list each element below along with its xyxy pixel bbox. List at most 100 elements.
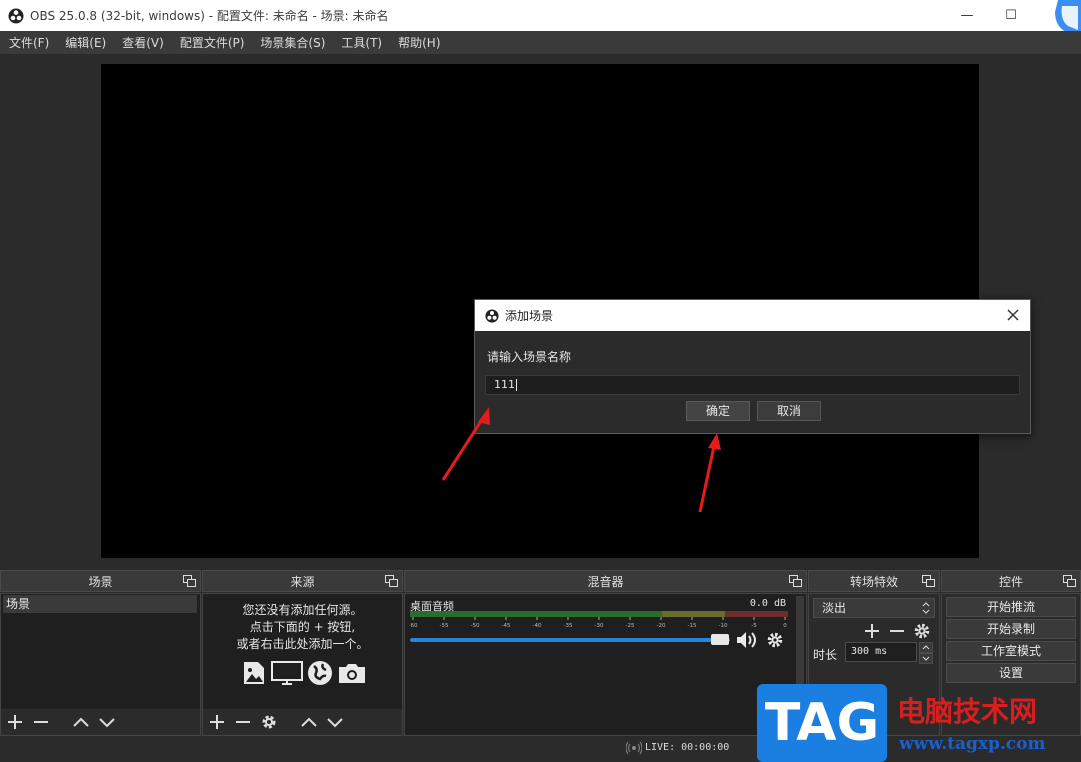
meter-tick-label: -40	[533, 623, 542, 629]
meter-tick-label: -10	[719, 623, 728, 629]
add-transition-icon[interactable]	[863, 622, 881, 640]
empty-line: 点击下面的 + 按钮,	[249, 620, 356, 634]
sources-toolbar	[203, 709, 402, 735]
transition-select[interactable]: 淡出	[813, 598, 935, 618]
meter-tick-label: -50	[471, 623, 480, 629]
meter-tick-label: -15	[688, 623, 697, 629]
menu-view[interactable]: 查看(V)	[117, 34, 169, 51]
transitions-dock-title: 转场特效	[849, 574, 898, 589]
site-watermark: TAG 电脑技术网 www.tagxp.com	[757, 684, 1081, 762]
meter-tick-label: -45	[502, 623, 511, 629]
remove-transition-icon[interactable]	[888, 622, 906, 640]
scene-name-input[interactable]: 111	[485, 375, 1020, 395]
scene-list-item[interactable]: 场景	[3, 595, 197, 613]
controls-dock-header: 控件	[941, 570, 1081, 592]
meter-tick-label: -25	[626, 623, 635, 629]
maximize-button[interactable]: ☐	[988, 0, 1034, 31]
audio-level-readout: 0.0 dB	[749, 598, 786, 609]
transition-properties-gear-icon[interactable]	[913, 622, 931, 640]
obs-logo-icon	[485, 308, 499, 323]
transition-selected-label: 淡出	[822, 601, 847, 615]
float-dock-icon[interactable]	[922, 575, 935, 587]
sources-dock-header: 来源	[202, 570, 403, 592]
window-title: OBS 25.0.8 (32-bit, windows) - 配置文件: 未命名…	[30, 9, 389, 23]
watermark-cn-text: 电脑技术网	[897, 695, 1038, 728]
sources-empty-message: 您还没有添加任何源。 点击下面的 + 按钮, 或者右击此处添加一个。	[203, 602, 402, 653]
spin-arrows-icon	[922, 602, 930, 614]
meter-tick-label: -60	[410, 623, 418, 629]
meter-scale: -60-55-50-45-40-35-30-25-20-15-10-50	[410, 617, 787, 629]
add-scene-icon[interactable]	[5, 712, 25, 732]
menu-scene-collection[interactable]: 场景集合(S)	[255, 34, 330, 51]
studio-mode-button[interactable]: 工作室模式	[946, 641, 1076, 661]
float-dock-icon[interactable]	[1063, 575, 1076, 587]
meter-tick-label: -55	[440, 623, 449, 629]
cancel-button[interactable]: 取消	[757, 401, 821, 421]
mixer-body: 桌面音频 0.0 dB -60-55-50-45-40-35-30-25-20-…	[404, 593, 807, 736]
meter-tick-label: -35	[564, 623, 573, 629]
meter-tick-label: -30	[595, 623, 604, 629]
display-source-icon	[271, 661, 303, 685]
broadcast-icon	[626, 741, 642, 755]
mixer-dock: 混音器 桌面音频 0.0 dB -60-55-50-45-40-35-30-25…	[404, 570, 807, 736]
volume-slider-handle[interactable]	[711, 634, 729, 645]
scenes-dock: 场景 场景	[0, 570, 201, 736]
obs-logo-icon	[8, 8, 24, 23]
dialog-titlebar: 添加场景	[475, 300, 1030, 331]
menu-bar: 文件(F) 编辑(E) 查看(V) 配置文件(P) 场景集合(S) 工具(T) …	[0, 31, 1081, 54]
live-timer: LIVE: 00:00:00	[645, 742, 730, 753]
transitions-dock-header: 转场特效	[808, 570, 940, 592]
source-type-icons	[241, 660, 367, 686]
duration-label: 时长	[813, 648, 838, 662]
start-streaming-button[interactable]: 开始推流	[946, 597, 1076, 617]
move-down-icon[interactable]	[325, 712, 345, 732]
ok-button[interactable]: 确定	[686, 401, 750, 421]
duration-stepper-icon[interactable]	[919, 642, 933, 664]
text-cursor	[516, 379, 517, 391]
volume-slider-track[interactable]	[410, 638, 730, 642]
remove-source-icon[interactable]	[233, 712, 253, 732]
add-source-icon[interactable]	[207, 712, 227, 732]
sources-dock: 来源 您还没有添加任何源。 点击下面的 + 按钮, 或者右击此处添加一个。	[202, 570, 403, 736]
scenes-toolbar	[1, 709, 200, 735]
move-up-icon[interactable]	[71, 712, 91, 732]
menu-edit[interactable]: 编辑(E)	[60, 34, 111, 51]
menu-help[interactable]: 帮助(H)	[393, 34, 445, 51]
float-dock-icon[interactable]	[183, 575, 196, 587]
image-source-icon	[244, 662, 264, 684]
mixer-settings-gear-icon[interactable]	[766, 631, 784, 649]
meter-tick-label: -5	[751, 623, 757, 629]
move-up-icon[interactable]	[299, 712, 319, 732]
menu-profile[interactable]: 配置文件(P)	[175, 34, 250, 51]
move-down-icon[interactable]	[97, 712, 117, 732]
sources-list[interactable]: 您还没有添加任何源。 点击下面的 + 按钮, 或者右击此处添加一个。	[202, 593, 403, 736]
float-dock-icon[interactable]	[385, 575, 398, 587]
settings-button[interactable]: 设置	[946, 663, 1076, 683]
menu-tools[interactable]: 工具(T)	[336, 34, 387, 51]
source-properties-gear-icon[interactable]	[259, 712, 279, 732]
watermark-tag-logo: TAG	[757, 684, 887, 762]
speaker-mute-icon[interactable]	[735, 630, 759, 650]
watermark-url: www.tagxp.com	[899, 734, 1046, 754]
duration-field[interactable]: 300 ms	[845, 642, 917, 662]
dialog-title: 添加场景	[505, 309, 554, 323]
scene-name-prompt: 请输入场景名称	[487, 350, 572, 364]
minimize-button[interactable]: —	[944, 0, 990, 31]
menu-file[interactable]: 文件(F)	[4, 34, 54, 51]
meter-tick-label: 0	[783, 623, 787, 629]
start-recording-button[interactable]: 开始录制	[946, 619, 1076, 639]
scenes-list[interactable]: 场景	[0, 593, 201, 736]
camera-source-icon	[339, 664, 365, 683]
scene-name-value: 111	[494, 378, 515, 391]
mixer-dock-title: 混音器	[587, 574, 624, 589]
sources-dock-title: 来源	[290, 574, 315, 589]
remove-scene-icon[interactable]	[31, 712, 51, 732]
meter-tick-label: -20	[657, 623, 666, 629]
empty-line: 或者右击此处添加一个。	[236, 637, 369, 651]
close-icon[interactable]	[1004, 306, 1022, 324]
float-dock-icon[interactable]	[789, 575, 802, 587]
window-titlebar: OBS 25.0.8 (32-bit, windows) - 配置文件: 未命名…	[0, 0, 1081, 31]
mixer-dock-header: 混音器	[404, 570, 807, 592]
empty-line: 您还没有添加任何源。	[242, 603, 363, 617]
browser-source-icon	[308, 661, 332, 685]
